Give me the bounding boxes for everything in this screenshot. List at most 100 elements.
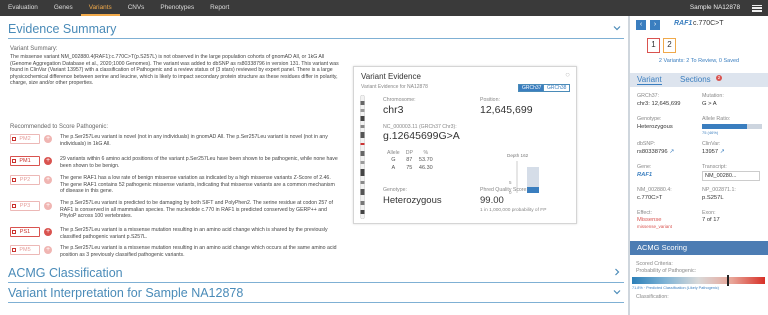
criterion-button-ps1[interactable]: PS1 bbox=[10, 227, 40, 237]
add-criterion-icon[interactable]: + bbox=[44, 228, 52, 236]
phred-value: 99.00 bbox=[480, 195, 504, 206]
position-value: 12,645,699 bbox=[480, 104, 533, 116]
sections-badge: 2 bbox=[716, 75, 722, 81]
sample-name[interactable]: Sample NA12878 bbox=[690, 0, 740, 16]
add-criterion-icon[interactable]: + bbox=[44, 157, 52, 165]
add-criterion-icon[interactable]: + bbox=[44, 176, 52, 184]
sidebar-tabs: Variant Sections 2 bbox=[630, 73, 768, 87]
genotype-label: Genotype: bbox=[383, 187, 407, 193]
variant-change: c.770C>T bbox=[693, 20, 724, 27]
divider bbox=[8, 282, 624, 283]
tab-cnvs[interactable]: CNVs bbox=[120, 0, 153, 16]
chromosome-ideogram bbox=[360, 95, 365, 219]
clinvar-label: ClinVar: bbox=[702, 141, 721, 147]
variant-interpretation-title[interactable]: Variant Interpretation for Sample NA1287… bbox=[8, 286, 243, 300]
effect-value: Missense bbox=[637, 217, 662, 223]
mutation-value: G > A bbox=[702, 101, 717, 107]
probability-note: 71.8% · Predicted Classification (Likely… bbox=[632, 286, 719, 290]
position-label: Position: bbox=[480, 97, 500, 103]
hgvs-value: g.12645699G>A bbox=[383, 130, 460, 142]
tab-evaluation[interactable]: Evaluation bbox=[0, 0, 46, 16]
criterion-button-pp2[interactable]: PP2 bbox=[10, 175, 40, 185]
chevron-down-icon[interactable] bbox=[613, 288, 621, 296]
add-criterion-icon[interactable]: + bbox=[44, 135, 52, 143]
recommended-label: Recommended to Score Pathogenic: bbox=[10, 124, 109, 130]
build-grch38-button[interactable]: GRCh38 bbox=[543, 84, 571, 92]
table-row: G 87 53.70 bbox=[391, 157, 433, 163]
variant-summary-label: Variant Summary: bbox=[10, 46, 58, 52]
criterion-text: The gene RAF1 has a low rate of benign m… bbox=[60, 175, 335, 195]
chromosome-value: chr3 bbox=[383, 104, 404, 116]
close-icon[interactable]: ○ bbox=[565, 70, 570, 79]
criterion-button-pm1[interactable]: PM1 bbox=[10, 156, 40, 166]
tab-genes[interactable]: Genes bbox=[46, 0, 81, 16]
divider bbox=[8, 38, 624, 39]
depth-tick: 5 bbox=[509, 180, 512, 185]
external-link-icon[interactable]: ↗ bbox=[669, 149, 674, 155]
chevron-right-icon[interactable] bbox=[613, 268, 621, 276]
effect-subtext: missense_variant bbox=[637, 224, 673, 229]
nm-label: NM_002880.4: bbox=[637, 187, 672, 193]
build-grch37-button[interactable]: GRCh37 bbox=[518, 84, 546, 92]
criterion-text: The p.Ser257Leu variant is a missense mu… bbox=[60, 227, 328, 240]
mutation-label: Mutation: bbox=[702, 93, 724, 99]
card-title: Variant Evidence bbox=[361, 72, 421, 81]
add-criterion-icon[interactable]: + bbox=[44, 202, 52, 210]
allele-ratio-text: 75 (46%) bbox=[702, 130, 719, 135]
chromosome-label: Chromosome: bbox=[383, 97, 416, 103]
tab-variant[interactable]: Variant bbox=[637, 75, 662, 85]
card-subtitle: Variant Evidence for NA12878 bbox=[361, 84, 428, 90]
criterion-text: The p.Ser257Leu variant is novel (not in… bbox=[60, 134, 328, 147]
dbsnp-link[interactable]: rs80338796 ↗ bbox=[637, 149, 674, 155]
probability-marker bbox=[727, 275, 730, 286]
dbsnp-label: dbSNP: bbox=[637, 141, 656, 147]
table-row: A 75 46.30 bbox=[391, 165, 433, 171]
main-panel: Evidence Summary Variant Summary: The mi… bbox=[0, 16, 628, 315]
criterion-button-pp3[interactable]: PP3 bbox=[10, 201, 40, 211]
gene-link[interactable]: RAF1 bbox=[637, 172, 652, 178]
gene-label: Gene: bbox=[637, 164, 652, 170]
hamburger-menu-icon[interactable] bbox=[752, 3, 762, 13]
next-variant-icon[interactable]: › bbox=[650, 20, 660, 30]
genotype-value: Heterozygous bbox=[637, 124, 673, 130]
allele-ratio-label: Allele Ratio: bbox=[702, 116, 731, 122]
variant-sidebar: ‹ › RAF1 c.770C>T 1 2 2 Variants: 2 To R… bbox=[630, 16, 768, 315]
variant-evidence-card: Variant Evidence ○ Variant Evidence for … bbox=[353, 66, 577, 224]
nm-value: c.770C>T bbox=[637, 195, 663, 201]
tab-phenotypes[interactable]: Phenotypes bbox=[152, 0, 202, 16]
top-navbar: Evaluation Genes Variants CNVs Phenotype… bbox=[0, 0, 768, 16]
phred-note: 1 in 1,000,000 probability of FP bbox=[480, 208, 547, 213]
genotype-label: Genotype: bbox=[637, 116, 662, 122]
np-label: NP_002871.1: bbox=[702, 187, 736, 193]
scored-criteria-label: Scored Criteria: bbox=[636, 261, 673, 267]
grch37-label: GRCh37: bbox=[637, 93, 660, 99]
genotype-value: Heterozygous bbox=[383, 195, 442, 206]
tab-variants[interactable]: Variants bbox=[80, 0, 120, 16]
chevron-down-icon[interactable] bbox=[613, 24, 621, 32]
grch37-value: chr3: 12,645,699 bbox=[637, 101, 681, 107]
clinvar-link[interactable]: 13957 ↗ bbox=[702, 149, 725, 155]
exon-value: 7 of 17 bbox=[702, 217, 720, 223]
prev-variant-icon[interactable]: ‹ bbox=[636, 20, 646, 30]
tab-report[interactable]: Report bbox=[202, 0, 237, 16]
allele-ratio-bar bbox=[702, 124, 762, 129]
variant-count-summary: 2 Variants: 2 To Review, 0 Saved bbox=[658, 58, 740, 64]
criterion-text: The p.Ser257Leu variant is a missense mu… bbox=[60, 245, 337, 258]
acmg-classification-title[interactable]: ACMG Classification bbox=[8, 266, 123, 280]
criterion-button-pm5[interactable]: PM5 bbox=[10, 245, 40, 255]
criterion-text: The p.Ser257Leu variant is predicted to … bbox=[60, 200, 333, 220]
evidence-summary-title[interactable]: Evidence Summary bbox=[8, 22, 116, 36]
transcript-label: Transcript: bbox=[702, 164, 727, 170]
criterion-button-pm2[interactable]: PM2 bbox=[10, 134, 40, 144]
add-criterion-icon[interactable]: + bbox=[44, 246, 52, 254]
variant-index-2[interactable]: 2 bbox=[663, 38, 676, 53]
probability-label: Probability of Pathogenic: bbox=[636, 268, 697, 274]
tab-sections[interactable]: Sections bbox=[680, 75, 711, 84]
variant-summary-text: The missense variant NM_002880.4(RAF1):c… bbox=[10, 54, 339, 87]
acmg-scoring-header[interactable]: ACMG Scoring bbox=[630, 241, 768, 255]
effect-label: Effect: bbox=[637, 210, 652, 216]
allele-depth-table: Allele DP% G 87 53.70 A 75 46.30 bbox=[384, 150, 436, 172]
variant-index-1[interactable]: 1 bbox=[647, 38, 660, 53]
external-link-icon[interactable]: ↗ bbox=[720, 149, 725, 155]
transcript-select[interactable]: NM_00280... bbox=[702, 171, 760, 181]
